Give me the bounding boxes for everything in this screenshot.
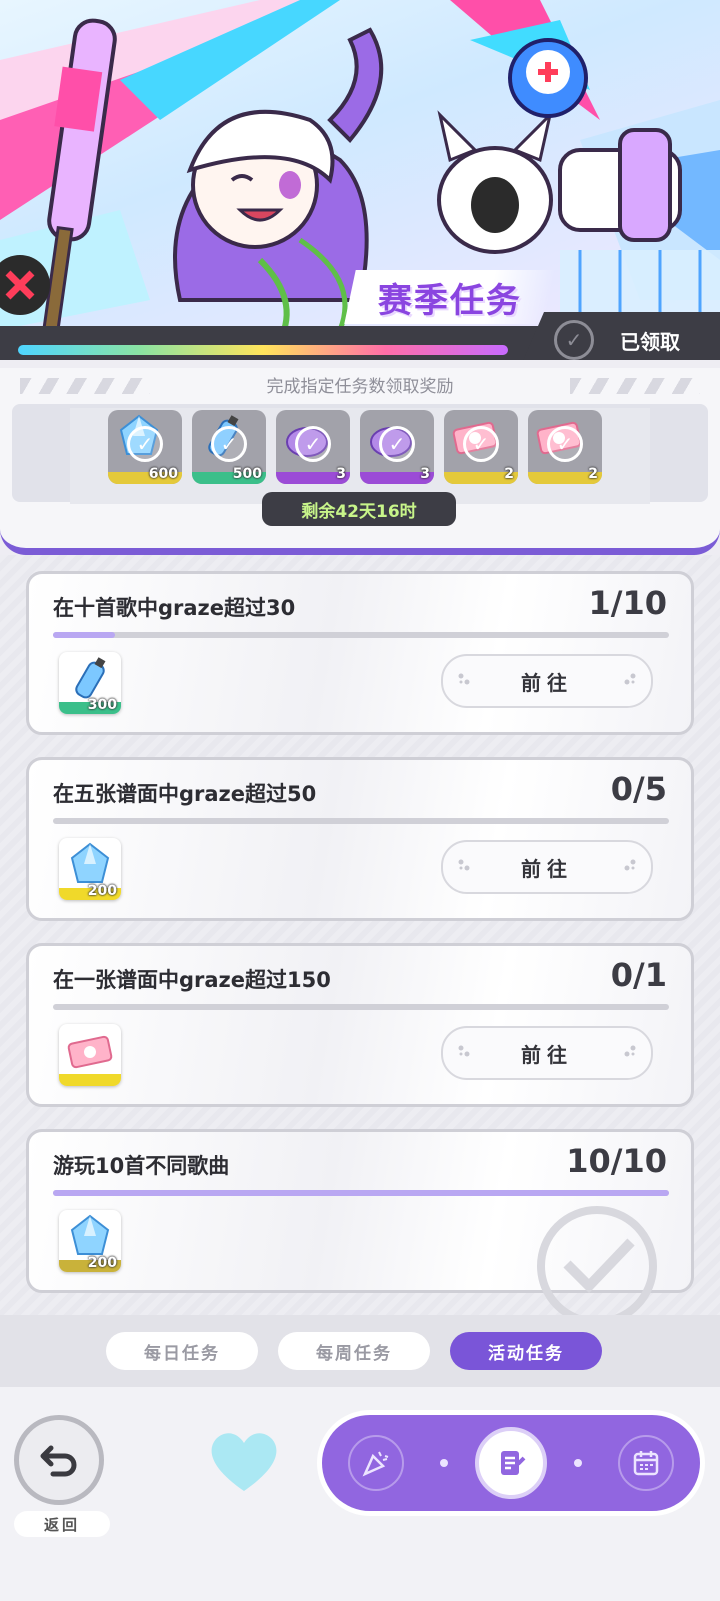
claimed-status: ✓ 已领取 bbox=[520, 312, 720, 360]
reward-quantity: 500 bbox=[232, 466, 262, 482]
reward-quantity: 600 bbox=[148, 466, 178, 482]
tab-label: 每日任务 bbox=[144, 1343, 220, 1364]
check-circle-icon: ✓ bbox=[554, 320, 594, 360]
tab-label: 活动任务 bbox=[488, 1343, 564, 1364]
heart-decor-icon bbox=[211, 1433, 277, 1491]
task-title: 在五张谱面中graze超过50 bbox=[53, 782, 317, 806]
reward-rarity-band bbox=[59, 1074, 121, 1086]
claimed-check-icon: ✓ bbox=[211, 426, 247, 462]
back-button[interactable] bbox=[14, 1415, 104, 1505]
task-reward[interactable]: 200 bbox=[59, 838, 121, 900]
task-card: 在五张谱面中graze超过50 0/5 200 前往 bbox=[26, 757, 694, 921]
task-progress: 1/10 bbox=[588, 584, 667, 622]
go-button-label: 前往 bbox=[521, 670, 573, 695]
back-arrow-icon bbox=[40, 1445, 77, 1477]
task-progress: 0/1 bbox=[610, 956, 667, 994]
go-button[interactable]: 前往 bbox=[441, 654, 653, 708]
tab-weekly-tasks[interactable]: 每周任务 bbox=[278, 1332, 430, 1370]
task-progress-bar bbox=[53, 818, 669, 824]
reward-quantity: 2 bbox=[588, 466, 598, 482]
milestone-reward[interactable]: ✓ 3 bbox=[360, 410, 434, 484]
go-button-label: 前往 bbox=[521, 856, 573, 881]
claimed-check-icon: ✓ bbox=[379, 426, 415, 462]
go-button[interactable]: 前往 bbox=[441, 1026, 653, 1080]
reward-quantity: 3 bbox=[420, 466, 430, 482]
bottle-icon bbox=[75, 657, 106, 699]
ticket-icon bbox=[67, 1035, 113, 1069]
reward-quantity: 200 bbox=[87, 1255, 117, 1271]
reward-quantity: 3 bbox=[336, 466, 346, 482]
rewards-hint: 完成指定任务数领取奖励 bbox=[266, 377, 454, 397]
task-card: 在十首歌中graze超过30 1/10 300 前往 bbox=[26, 571, 694, 735]
task-note-icon[interactable] bbox=[475, 1427, 547, 1499]
dots-decor-icon bbox=[624, 673, 636, 685]
dots-decor-icon bbox=[458, 1045, 470, 1057]
season-banner: 赛季任务 ✓ 已领取 bbox=[0, 0, 720, 360]
claimed-check-icon: ✓ bbox=[295, 426, 331, 462]
nav-separator-dot bbox=[440, 1459, 448, 1467]
milestone-reward[interactable]: ✓ 500 bbox=[192, 410, 266, 484]
task-progress-bar bbox=[53, 1190, 669, 1196]
completed-check-icon bbox=[537, 1206, 657, 1326]
dots-decor-icon bbox=[624, 1045, 636, 1057]
task-progress-fill bbox=[53, 632, 115, 638]
go-button[interactable]: 前往 bbox=[441, 840, 653, 894]
season-progress-fill bbox=[18, 345, 508, 355]
task-title: 在十首歌中graze超过30 bbox=[53, 596, 296, 620]
back-label: 返回 bbox=[14, 1511, 110, 1537]
task-card: 在一张谱面中graze超过150 0/1 前往 bbox=[26, 943, 694, 1107]
tab-label: 每周任务 bbox=[316, 1343, 392, 1364]
task-progress-bar bbox=[53, 1004, 669, 1010]
dots-decor-icon bbox=[458, 859, 470, 871]
task-progress: 0/5 bbox=[610, 770, 667, 808]
remaining-time: 剩余42天16时 bbox=[262, 492, 456, 526]
task-card: 游玩10首不同歌曲 10/10 200 bbox=[26, 1129, 694, 1326]
claimed-check-icon: ✓ bbox=[127, 426, 163, 462]
feature-nav bbox=[322, 1415, 700, 1511]
party-popper-icon[interactable] bbox=[348, 1435, 404, 1491]
reward-quantity: 200 bbox=[87, 883, 117, 899]
reward-quantity: 2 bbox=[504, 466, 514, 482]
claimed-check-icon: ✓ bbox=[463, 426, 499, 462]
task-progress-fill bbox=[53, 1190, 669, 1196]
milestone-rewards-panel: 完成指定任务数领取奖励 ✓ 600 ✓ 500 ✓ 3 ✓ 3 ✓ 2 ✓ 2 剩余42天16时 bbox=[0, 368, 720, 555]
milestone-reward[interactable]: ✓ 600 bbox=[108, 410, 182, 484]
tab-event-tasks[interactable]: 活动任务 bbox=[450, 1332, 602, 1370]
dots-decor-icon bbox=[624, 859, 636, 871]
milestone-reward[interactable]: ✓ 2 bbox=[528, 410, 602, 484]
milestone-reward[interactable]: ✓ 2 bbox=[444, 410, 518, 484]
crystal-icon bbox=[70, 1214, 110, 1255]
reward-quantity: 300 bbox=[87, 697, 117, 713]
crystal-icon bbox=[70, 842, 110, 883]
task-reward[interactable]: 200 bbox=[59, 1210, 121, 1272]
task-progress: 10/10 bbox=[566, 1142, 667, 1180]
go-button-label: 前往 bbox=[521, 1042, 573, 1067]
task-title: 游玩10首不同歌曲 bbox=[53, 1154, 230, 1178]
bottom-nav: 返回 bbox=[0, 1387, 720, 1601]
claimed-check-icon: ✓ bbox=[547, 426, 583, 462]
dots-decor-icon bbox=[458, 673, 470, 685]
nav-separator-dot bbox=[574, 1459, 582, 1467]
task-reward[interactable] bbox=[59, 1024, 121, 1086]
task-title: 在一张谱面中graze超过150 bbox=[53, 968, 331, 992]
claimed-label: 已领取 bbox=[620, 329, 680, 354]
milestone-reward[interactable]: ✓ 3 bbox=[276, 410, 350, 484]
task-tabs: 每日任务 每周任务 活动任务 bbox=[0, 1315, 720, 1387]
task-progress-bar bbox=[53, 632, 669, 638]
tab-daily-tasks[interactable]: 每日任务 bbox=[106, 1332, 258, 1370]
season-progress-bar bbox=[18, 345, 508, 355]
season-title: 赛季任务 bbox=[344, 270, 556, 324]
calendar-icon[interactable] bbox=[618, 1435, 674, 1491]
task-reward[interactable]: 300 bbox=[59, 652, 121, 714]
